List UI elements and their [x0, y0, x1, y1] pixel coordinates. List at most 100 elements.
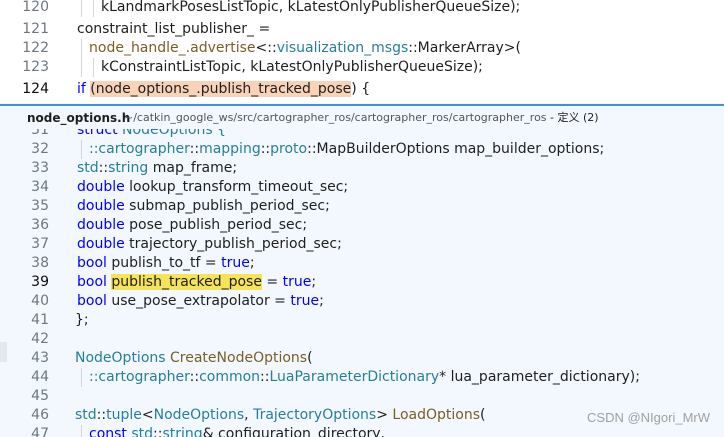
code-line[interactable]: 44::cartographer::common::LuaParameterDi…	[0, 368, 724, 387]
code-token: true	[282, 274, 312, 290]
code-text: node_handle_.advertise<::visualization_m…	[89, 39, 521, 58]
code-token: NodeOptions	[153, 407, 245, 423]
code-line[interactable]: 35 double submap_publish_period_sec;	[0, 197, 724, 216]
code-line[interactable]: 33 std::string map_frame;	[0, 159, 724, 178]
code-token: NodeOptions {	[117, 129, 226, 138]
code-token: lookup_transform_timeout_sec;	[124, 179, 349, 195]
code-text: ::cartographer::common::LuaParameterDict…	[89, 368, 640, 387]
code-token: visualization_msgs	[276, 40, 409, 56]
code-line[interactable]: 45	[0, 387, 724, 406]
code-token: kConstraintListTopic, kLatestOnlyPublish…	[101, 59, 483, 75]
line-number: 36	[31, 217, 49, 233]
code-token: ::cartographer	[89, 141, 190, 157]
code-text: const std::string& configuration_directo…	[89, 425, 385, 437]
line-number: 46	[31, 407, 49, 423]
code-token: if	[77, 81, 86, 97]
code-line[interactable]: 124 if (node_options_.publish_tracked_pos…	[0, 80, 724, 99]
code-line[interactable]: 38 bool publish_to_tf = true;	[0, 254, 724, 273]
code-line[interactable]: 123 kConstraintListTopic, kLatestOnlyPubl…	[0, 58, 724, 77]
code-token: node_handle_.	[89, 40, 191, 56]
code-token: <::	[255, 40, 277, 56]
code-token: & configuration_directory,	[202, 426, 386, 437]
code-line[interactable]: 120 kLandmarkPosesListTopic, kLatestOnlyP…	[0, 0, 724, 17]
line-number: 123	[22, 59, 49, 75]
code-line[interactable]: 121 constraint_list_publisher_ =	[0, 20, 724, 39]
code-token: ::	[189, 141, 200, 157]
code-token: pose_publish_period_sec;	[124, 217, 308, 233]
code-token: string	[108, 160, 149, 176]
code-token: ,	[244, 407, 254, 423]
code-token: const	[89, 426, 127, 437]
code-line[interactable]: 43 NodeOptions CreateNodeOptions(	[0, 349, 724, 368]
code-token: double	[77, 217, 125, 233]
code-line[interactable]: 40 bool use_pose_extrapolator = true;	[0, 292, 724, 311]
code-token: (node_options_.publish_tracked_pose	[90, 81, 352, 97]
code-token: std	[131, 426, 154, 437]
code-text: double lookup_transform_timeout_sec;	[77, 178, 348, 197]
watermark: CSDN @NIgori_MrW	[587, 410, 710, 425]
peek-definition-view[interactable]: 31 struct NodeOptions {32::cartographer::…	[0, 129, 724, 437]
code-token: true	[221, 255, 250, 271]
code-token: double	[77, 198, 125, 214]
indent-guide	[81, 58, 82, 77]
code-token: map_frame;	[148, 160, 238, 176]
code-token: constraint_list_publisher_ =	[77, 21, 271, 37]
code-line[interactable]: 37 double trajectory_publish_period_sec;	[0, 235, 724, 254]
code-token: struct	[77, 129, 118, 138]
code-token: std	[77, 160, 99, 176]
peek-file-name[interactable]: node_options.h	[27, 106, 130, 130]
code-text: double trajectory_publish_period_sec;	[77, 235, 342, 254]
code-text: double submap_publish_period_sec;	[77, 197, 330, 216]
code-text: std::tuple<NodeOptions, TrajectoryOption…	[75, 406, 486, 425]
code-text: bool publish_to_tf = true;	[77, 254, 255, 273]
code-text: NodeOptions CreateNodeOptions(	[75, 349, 313, 368]
code-token: ;	[319, 293, 324, 309]
code-line[interactable]: 34 double lookup_transform_timeout_sec;	[0, 178, 724, 197]
code-token: >	[376, 407, 393, 423]
code-text: ::cartographer::mapping::proto::MapBuild…	[89, 140, 604, 159]
line-number: 40	[31, 293, 49, 309]
code-editor[interactable]: 120 kLandmarkPosesListTopic, kLatestOnlyP…	[0, 0, 724, 102]
line-number: 122	[22, 40, 49, 56]
code-line[interactable]: 39 bool publish_tracked_pose = true;	[0, 273, 724, 292]
line-number: 37	[31, 236, 49, 252]
code-token: ::	[260, 141, 271, 157]
code-text: bool publish_tracked_pose = true;	[77, 273, 316, 292]
code-token: ::MapBuilderOptions map_builder_options;	[307, 141, 605, 157]
peek-path-text: ~/catkin_google_ws/src/cartographer_ros/…	[124, 111, 547, 124]
code-token: common	[199, 369, 261, 385]
code-text: double pose_publish_period_sec;	[77, 216, 307, 235]
code-line[interactable]: 41};	[0, 311, 724, 330]
code-token: NodeOptions	[75, 350, 166, 366]
code-token: bool	[77, 293, 107, 309]
code-token: kLandmarkPosesListTopic, kLatestOnlyPubl…	[101, 0, 521, 15]
code-token: ;	[311, 274, 317, 290]
code-line[interactable]: 32::cartographer::mapping::proto::MapBui…	[0, 140, 724, 159]
code-text: struct NodeOptions {	[77, 129, 226, 140]
code-token: * lua_parameter_dictionary);	[439, 369, 640, 385]
code-token: use_pose_extrapolator =	[106, 293, 291, 309]
code-token: submap_publish_period_sec;	[124, 198, 330, 214]
code-text: kLandmarkPosesListTopic, kLatestOnlyPubl…	[101, 0, 520, 17]
code-line[interactable]: 36 double pose_publish_period_sec;	[0, 216, 724, 235]
code-token: true	[290, 293, 320, 309]
code-token: =	[261, 274, 283, 290]
code-token: ) {	[351, 81, 371, 97]
code-line[interactable]: 42	[0, 330, 724, 349]
code-text: if (node_options_.publish_tracked_pose) …	[77, 80, 370, 99]
code-token: };	[75, 312, 89, 328]
line-number: 45	[31, 388, 49, 404]
code-token: TrajectoryOptions	[253, 407, 377, 423]
code-token: publish_tracked_pose	[111, 274, 262, 290]
code-text: };	[75, 311, 89, 330]
code-token: <	[141, 407, 154, 423]
code-line[interactable]: 122 node_handle_.advertise<::visualizatio…	[0, 39, 724, 58]
indent-guide	[93, 58, 94, 77]
code-line[interactable]: 31 struct NodeOptions {	[0, 129, 724, 140]
code-token: ::	[98, 160, 109, 176]
line-number: 32	[31, 141, 49, 157]
line-number: 121	[22, 21, 49, 37]
code-line[interactable]: 47 const std::string& configuration_direc…	[0, 425, 724, 437]
peek-definition-count: - 定义 (2)	[546, 111, 599, 124]
indent-guide	[81, 368, 82, 387]
